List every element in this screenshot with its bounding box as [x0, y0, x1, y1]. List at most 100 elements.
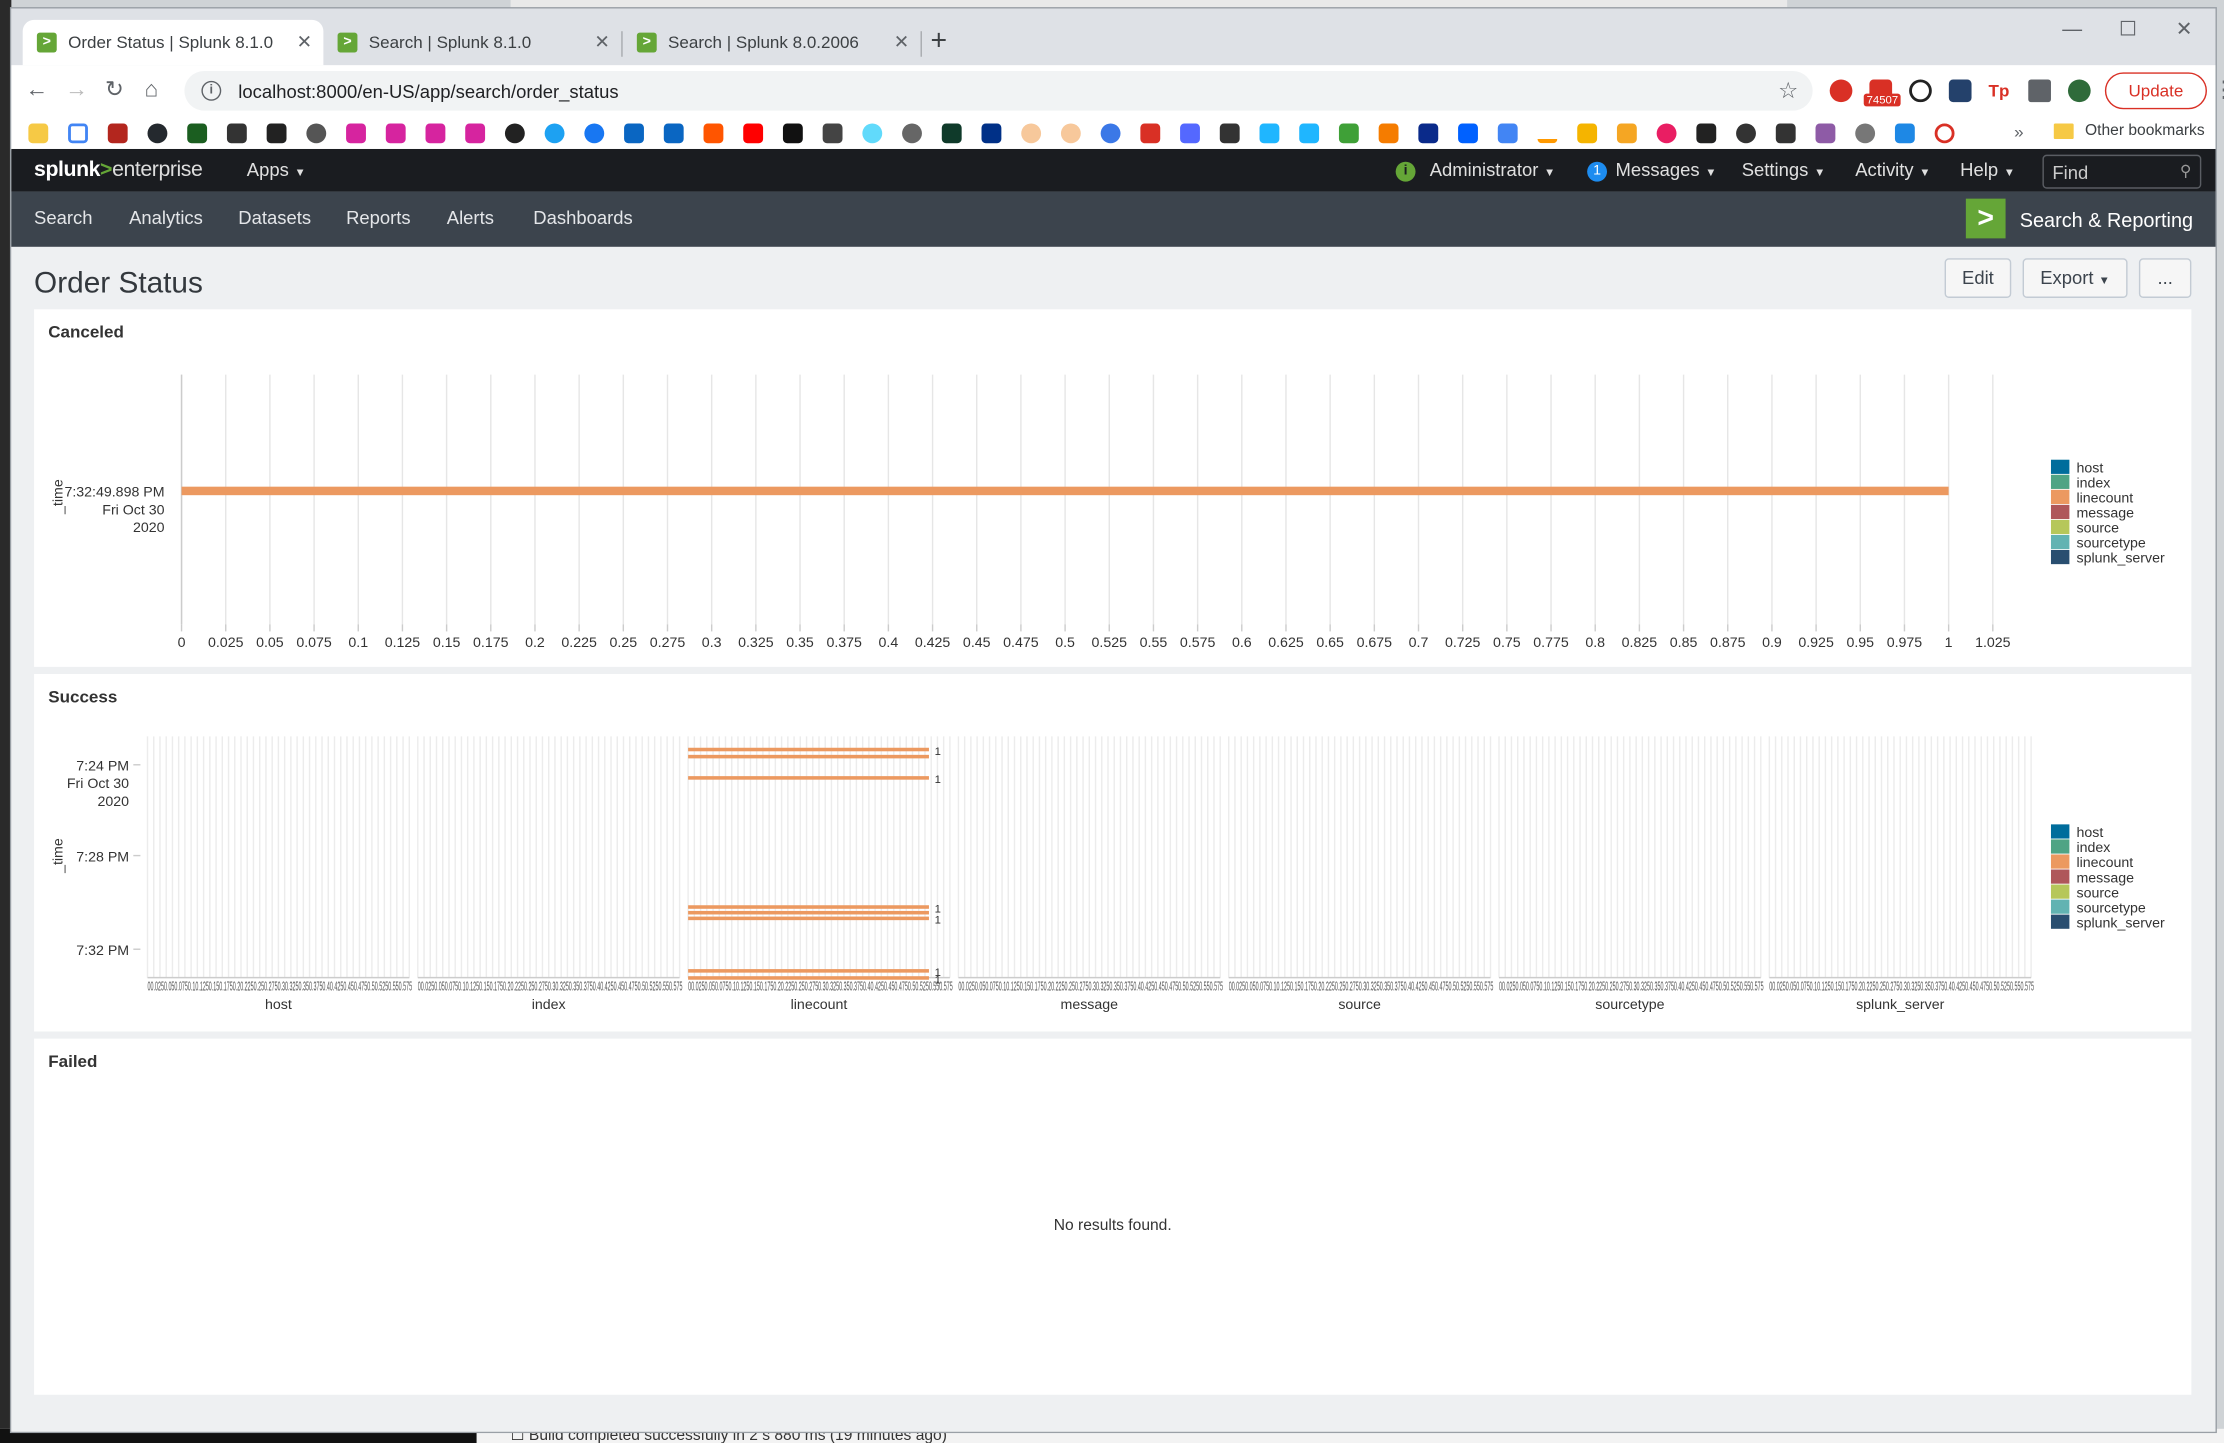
x-tick-labels: 00.0250.050.0750.10.1250.150.1750.20.225… — [418, 978, 683, 993]
bookmark-icon[interactable] — [226, 123, 247, 144]
globe-icon[interactable] — [306, 123, 327, 144]
linkedin-icon[interactable] — [624, 123, 644, 144]
bookmark-icon[interactable] — [107, 123, 128, 144]
instagram-icon[interactable] — [425, 123, 446, 144]
user-menu[interactable]: i Administrator ▼ — [1395, 159, 1555, 181]
home-icon[interactable]: ⌂ — [145, 77, 159, 105]
bookmark-icon[interactable] — [1180, 123, 1200, 144]
youtube-icon[interactable] — [743, 123, 764, 144]
bookmark-icon[interactable] — [1100, 123, 1121, 144]
find-input[interactable]: Find ⚲ — [2042, 154, 2202, 189]
soundcloud-icon[interactable] — [703, 123, 724, 144]
window-close-icon[interactable]: ✕ — [2176, 17, 2193, 41]
nav-dashboards[interactable]: Dashboards — [533, 207, 632, 228]
nav-analytics[interactable]: Analytics — [129, 207, 203, 228]
puzzle-icon[interactable] — [2028, 79, 2051, 103]
bookmark-icon[interactable] — [1299, 123, 1320, 144]
github-icon[interactable] — [147, 123, 168, 144]
site-info-icon[interactable]: i — [201, 80, 222, 101]
globe-icon[interactable] — [902, 123, 922, 144]
maximize-icon[interactable]: ☐ — [2119, 17, 2137, 41]
bookmark-icon[interactable] — [1418, 123, 1439, 144]
profile-avatar[interactable] — [2067, 79, 2091, 103]
browser-tab-search-802006[interactable]: > Search | Splunk 8.0.2006 ✕ — [623, 20, 921, 65]
google-icon[interactable] — [68, 123, 88, 144]
linkedin-icon[interactable] — [663, 123, 684, 144]
edit-button[interactable]: Edit — [1944, 258, 2012, 298]
y-tick-label: 2020 — [133, 520, 165, 536]
back-icon[interactable]: ← — [26, 77, 49, 105]
nav-datasets[interactable]: Datasets — [238, 207, 311, 228]
instagram-icon[interactable] — [385, 123, 406, 144]
more-bookmarks-icon[interactable]: » — [2014, 122, 2023, 142]
react-icon[interactable] — [862, 123, 883, 144]
twitter-icon[interactable] — [544, 123, 565, 144]
tumblr-icon[interactable] — [504, 123, 525, 144]
bookmark-icon[interactable] — [1140, 123, 1161, 144]
browser-menu-icon[interactable]: ⋮ — [2213, 77, 2224, 105]
bookmark-icon[interactable] — [1259, 123, 1280, 144]
update-button[interactable]: Update — [2104, 72, 2207, 110]
amazon-icon[interactable] — [1537, 123, 1558, 144]
cloud-icon[interactable] — [1021, 123, 1042, 144]
new-tab-icon[interactable]: + — [930, 26, 947, 57]
nav-alerts[interactable]: Alerts — [447, 207, 494, 228]
close-icon[interactable]: ✕ — [894, 31, 909, 54]
minimize-icon[interactable]: — — [2062, 17, 2082, 40]
timer-icon[interactable] — [1909, 79, 1932, 103]
address-bar[interactable]: i localhost:8000/en-US/app/search/order_… — [184, 70, 1813, 111]
reload-icon[interactable]: ↻ — [105, 77, 124, 105]
bookmark-icon[interactable] — [1934, 123, 1955, 144]
bookmark-icon[interactable] — [782, 123, 803, 144]
bookmark-icon[interactable] — [266, 123, 287, 144]
legend-label: index — [2076, 476, 2110, 492]
bar-data-label: 1 — [935, 774, 941, 786]
apple-icon[interactable] — [1855, 123, 1876, 144]
bookmark-icon[interactable] — [1338, 123, 1359, 144]
folder-icon — [2053, 122, 2074, 139]
opera-icon[interactable] — [1829, 79, 1853, 103]
bookmark-icon[interactable] — [1894, 123, 1915, 144]
instagram-icon[interactable] — [346, 123, 366, 144]
help-menu[interactable]: Help ▼ — [1960, 159, 2015, 180]
bookmark-icon[interactable] — [1775, 123, 1796, 144]
export-button[interactable]: Export ▼ — [2022, 258, 2128, 298]
bookmark-icon[interactable] — [941, 123, 962, 144]
bookmark-icon[interactable] — [1815, 123, 1836, 144]
bookmark-icon[interactable] — [187, 123, 208, 144]
activity-menu[interactable]: Activity ▼ — [1855, 159, 1930, 180]
bookmark-icon[interactable] — [822, 123, 843, 144]
browser-tab-search-810[interactable]: > Search | Splunk 8.1.0 ✕ — [323, 20, 621, 65]
nav-reports[interactable]: Reports — [346, 207, 411, 228]
nav-search[interactable]: Search — [34, 207, 92, 228]
bookmark-icon[interactable] — [1656, 123, 1677, 144]
facebook-icon[interactable] — [584, 123, 605, 144]
apps-menu[interactable]: Apps ▼ — [247, 159, 306, 180]
paypal-icon[interactable] — [981, 123, 1002, 144]
close-icon[interactable]: ✕ — [297, 31, 312, 54]
bookmark-folder-icon[interactable] — [28, 123, 49, 144]
bookmark-icon[interactable] — [1378, 123, 1399, 144]
settings-menu[interactable]: Settings ▼ — [1742, 159, 1826, 180]
bookmark-icon[interactable] — [1616, 123, 1637, 144]
close-icon[interactable]: ✕ — [594, 31, 609, 54]
splunk-logo[interactable]: splunk>enterprise — [34, 157, 203, 181]
browser-tab-order-status[interactable]: > Order Status | Splunk 8.1.0 ✕ — [22, 19, 324, 66]
dropbox-icon[interactable] — [1458, 123, 1478, 144]
tp-extension-icon[interactable]: Tp — [1988, 79, 2012, 103]
bookmark-icon[interactable] — [1736, 123, 1756, 144]
bookmark-icon[interactable] — [1577, 123, 1598, 144]
extension-icon[interactable] — [1948, 79, 1972, 103]
bookmark-icon[interactable] — [1696, 123, 1717, 144]
bookmark-icon[interactable] — [1497, 123, 1518, 144]
bookmark-star-icon[interactable]: ☆ — [1778, 77, 1798, 105]
other-bookmarks[interactable]: Other bookmarks — [2053, 122, 2205, 139]
search-icon[interactable]: ⚲ — [2180, 162, 2191, 180]
forward-icon[interactable]: → — [65, 77, 88, 105]
cloud-icon[interactable] — [1060, 123, 1081, 144]
messages-menu[interactable]: 1 Messages ▼ — [1587, 159, 1716, 181]
instagram-icon[interactable] — [465, 123, 486, 144]
bookmark-icon[interactable] — [1219, 123, 1240, 144]
health-status-icon[interactable]: i — [1395, 161, 1416, 181]
more-actions-button[interactable]: ... — [2138, 258, 2192, 298]
